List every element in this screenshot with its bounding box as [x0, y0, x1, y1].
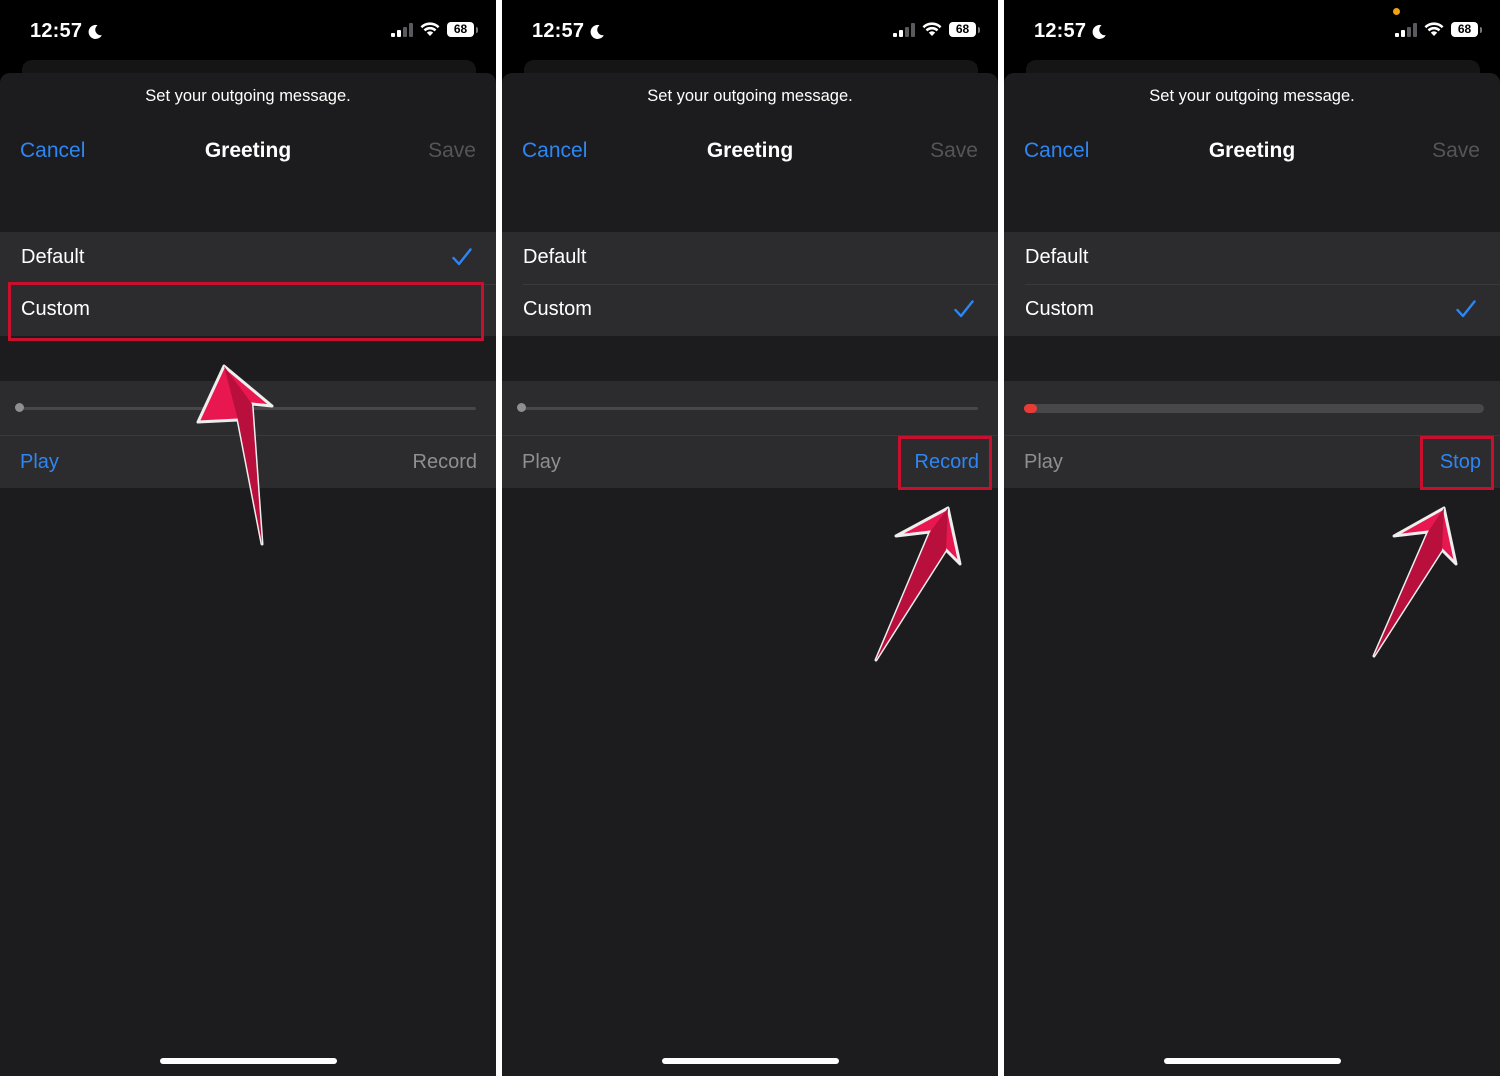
annotation-arrow-icon [874, 506, 962, 662]
annotation-arrow-icon [196, 364, 274, 546]
phone-screen-step-2: 12:57 68 Set your outgoing message. Canc… [502, 0, 998, 1076]
phone-screen-step-1: 12:57 68 Set your outgoing message. Canc… [0, 0, 496, 1076]
phone-screen-step-3: 12:57 68 Set your outgoing message. Canc… [1004, 0, 1500, 1076]
annotation-arrow-icon [1372, 506, 1458, 658]
